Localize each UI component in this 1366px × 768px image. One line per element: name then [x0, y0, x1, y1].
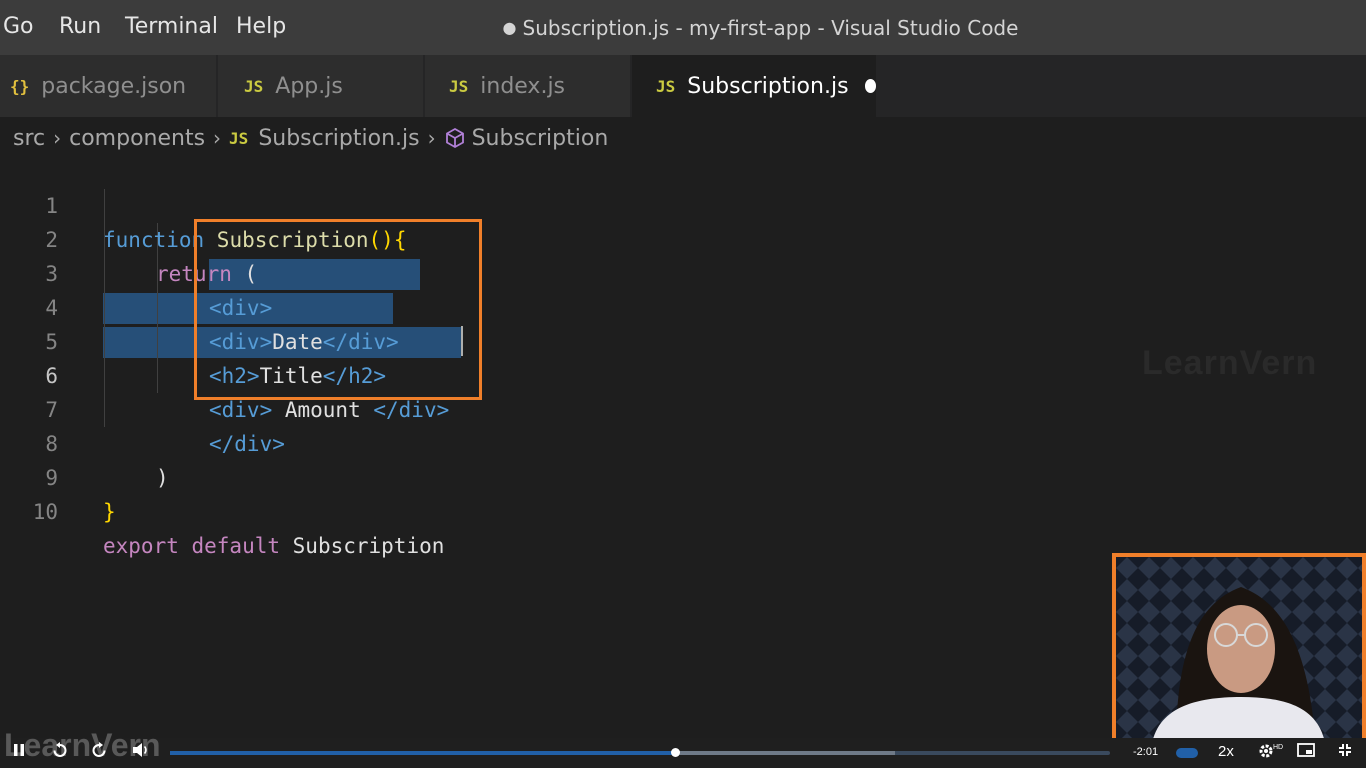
code-line: 2 return (: [0, 189, 1100, 286]
volume-icon[interactable]: [132, 742, 150, 763]
watermark-logo: LearnVern: [1142, 344, 1318, 382]
tab-label: Subscription.js: [687, 73, 849, 99]
code-line: 9 }: [0, 427, 1100, 524]
chevron-right-icon: ›: [427, 126, 436, 150]
js-file-icon: JS: [244, 76, 264, 96]
quality-toggle[interactable]: [1176, 748, 1198, 758]
unsaved-changes-icon[interactable]: [864, 79, 876, 93]
line-number: 10: [32, 500, 58, 524]
tab-package-json[interactable]: {} package.json: [0, 55, 216, 117]
forward-icon[interactable]: [91, 742, 107, 763]
time-remaining: -2:01: [1133, 746, 1159, 758]
code-line: 1 function Subscription(){: [0, 155, 1100, 252]
chevron-right-icon: ›: [53, 126, 62, 150]
pause-icon[interactable]: [12, 742, 26, 762]
breadcrumb-src[interactable]: src: [13, 126, 45, 151]
breadcrumb-file[interactable]: Subscription.js: [258, 126, 419, 151]
scrubber-handle[interactable]: [670, 748, 680, 757]
rewind-icon[interactable]: [52, 742, 68, 763]
tab-app-js[interactable]: JS App.js: [218, 55, 423, 117]
breadcrumb-components[interactable]: components: [69, 126, 205, 151]
tab-index-js[interactable]: JS index.js: [425, 55, 630, 117]
tab-label: package.json: [41, 73, 187, 99]
code-editor[interactable]: 1 function Subscription(){ 2 return ( 3 …: [0, 155, 1110, 735]
picture-in-picture-icon[interactable]: [1297, 742, 1315, 762]
annotation-highlight-box: [194, 219, 482, 400]
chevron-right-icon: ›: [213, 126, 222, 150]
tab-label: index.js: [480, 73, 566, 99]
code-line: 8 ): [0, 393, 1100, 490]
text-cursor: [461, 326, 463, 356]
js-file-icon: JS: [656, 76, 676, 96]
played-bar: [170, 751, 675, 755]
js-file-icon: JS: [449, 76, 469, 96]
title-bar: Go Run Terminal Help ● Subscription.js - …: [0, 0, 1366, 55]
symbol-cube-icon: [444, 127, 466, 149]
breadcrumb-symbol[interactable]: Subscription: [472, 126, 609, 151]
tab-label: App.js: [275, 73, 343, 99]
code-line: 5 <h2>Title</h2>: [0, 291, 1100, 388]
js-file-icon: JS: [229, 128, 249, 148]
window-title: ● Subscription.js - my-first-app - Visual…: [0, 16, 1366, 40]
code-line: 3 <div>: [0, 223, 1100, 320]
progress-track[interactable]: [170, 751, 1110, 755]
code-line: 7 </div>: [0, 359, 1100, 456]
unsaved-dot-icon: ●: [502, 18, 517, 37]
hd-badge: HD: [1273, 744, 1284, 751]
code-line: 6 <div> Amount </div>: [0, 325, 1100, 422]
exit-fullscreen-icon[interactable]: [1338, 742, 1352, 762]
breadcrumb: src › components › JS Subscription.js › …: [13, 124, 608, 152]
code-line: 10 export default Subscription: [0, 461, 1100, 558]
webcam-video: [1112, 553, 1366, 753]
tab-subscription-js[interactable]: JS Subscription.js: [632, 55, 876, 117]
presenter-image: [1116, 557, 1362, 749]
playback-speed-button[interactable]: 2x: [1218, 743, 1234, 760]
code-line: 4 <div>Date</div>: [0, 257, 1100, 354]
window-title-text: Subscription.js - my-first-app - Visual …: [522, 16, 1019, 40]
tab-bar: {} package.json JS App.js JS index.js JS…: [0, 55, 1366, 117]
json-file-icon: {}: [10, 76, 30, 96]
